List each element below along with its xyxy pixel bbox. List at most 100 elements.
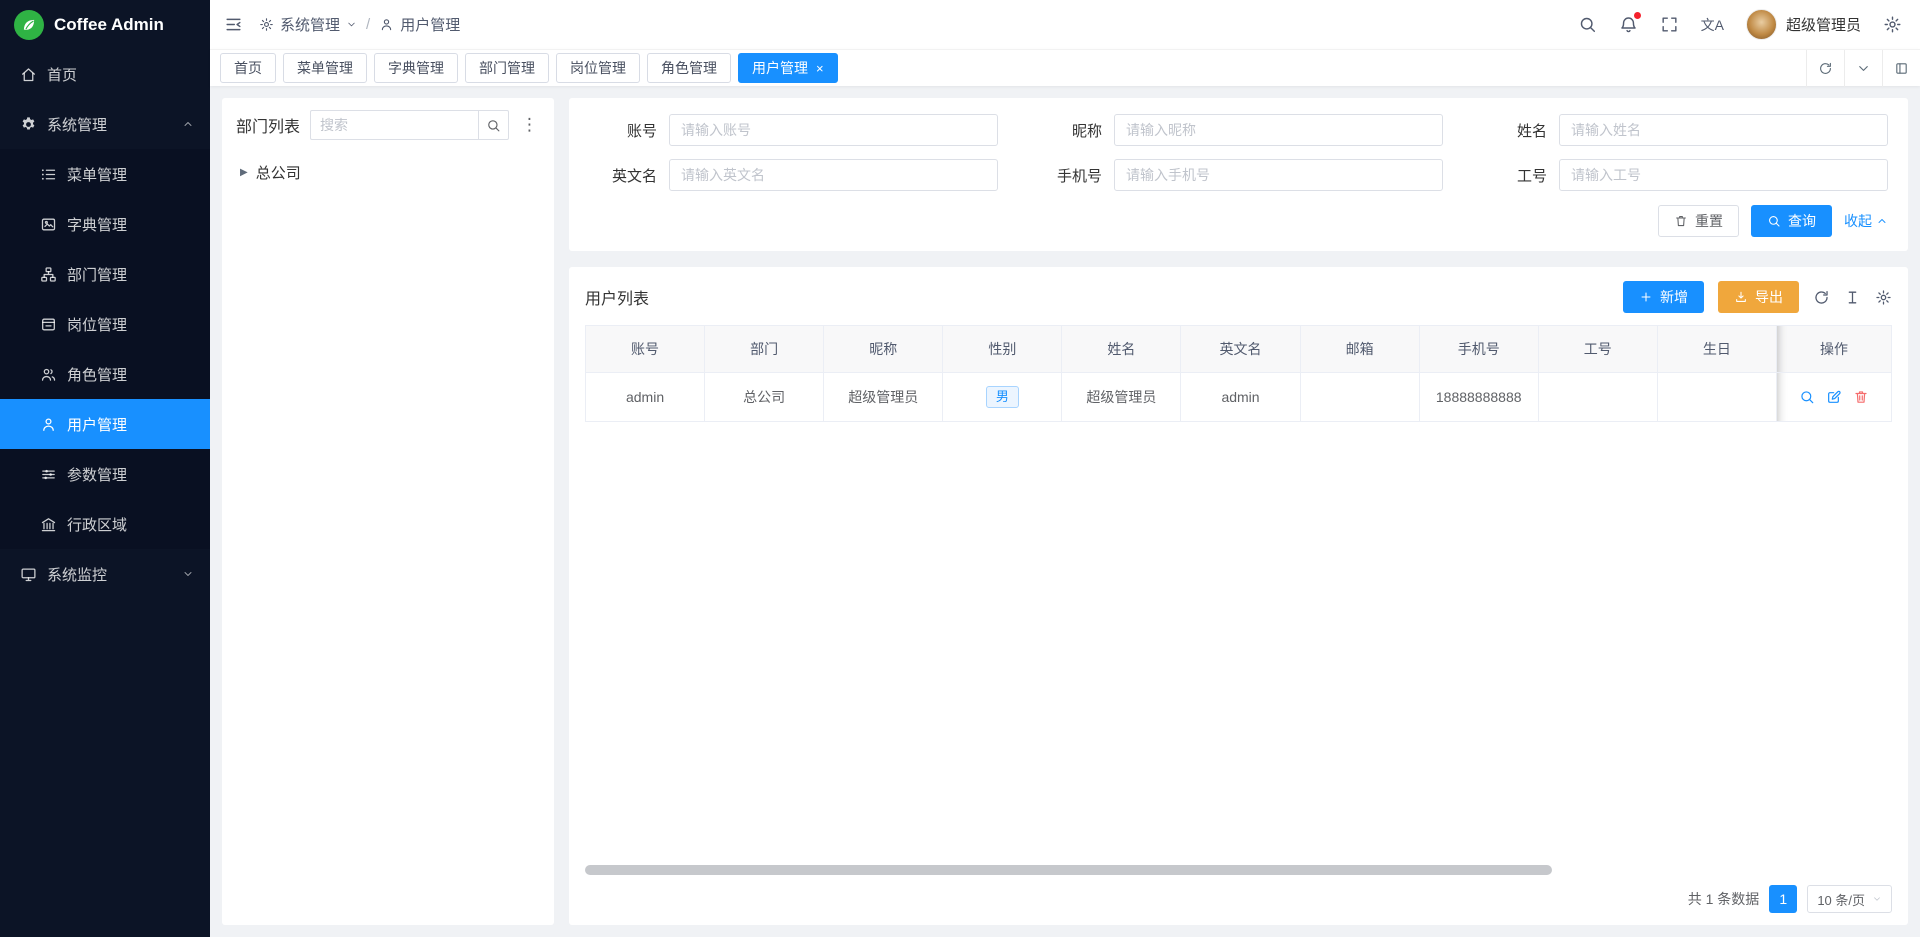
tabbar: 首页 菜单管理 字典管理 部门管理 岗位管理 角色管理 用户管理 × [210, 49, 1920, 86]
search-button[interactable] [478, 110, 509, 140]
sliders-icon [40, 466, 57, 483]
reset-button[interactable]: 重置 [1658, 205, 1739, 237]
query-button[interactable]: 查询 [1751, 205, 1832, 237]
breadcrumb-item-system[interactable]: 系统管理 [259, 14, 357, 35]
column-settings-icon[interactable] [1844, 289, 1861, 306]
filter-field-english-name: 英文名 [589, 159, 998, 191]
column-header-actions: 操作 [1777, 326, 1892, 373]
gear-icon[interactable] [1875, 289, 1892, 306]
topbar: 系统管理 / 用户管理 文A 超级管理员 [210, 0, 1920, 49]
column-header: 英文名 [1181, 326, 1300, 373]
export-button[interactable]: 导出 [1718, 281, 1799, 313]
fullscreen-icon[interactable] [1660, 15, 1679, 34]
sidebar-item-param-mgmt[interactable]: 参数管理 [0, 449, 210, 499]
account-input[interactable] [669, 114, 998, 146]
sidebar-item-post-mgmt[interactable]: 岗位管理 [0, 299, 210, 349]
sidebar-item-label: 行政区域 [67, 514, 127, 535]
cell-actions [1777, 373, 1892, 422]
job-no-input[interactable] [1559, 159, 1888, 191]
breadcrumb-label: 用户管理 [400, 14, 460, 35]
person-icon [379, 17, 394, 32]
column-header: 昵称 [824, 326, 943, 373]
translate-icon[interactable]: 文A [1701, 15, 1724, 35]
search-icon[interactable] [1578, 15, 1597, 34]
id-badge-icon [40, 316, 57, 333]
tab-home[interactable]: 首页 [220, 53, 276, 83]
username[interactable]: 超级管理员 [1786, 14, 1861, 35]
app-logo[interactable]: Coffee Admin [0, 0, 210, 49]
breadcrumb-item-current[interactable]: 用户管理 [379, 14, 460, 35]
sidebar-group-monitor[interactable]: 系统监控 [0, 549, 210, 599]
filter-form: 账号 昵称 姓名 英文名 [589, 114, 1888, 191]
more-options-icon[interactable]: ⋮ [519, 115, 540, 135]
horizontal-scrollbar [585, 865, 1892, 875]
close-icon[interactable]: × [816, 62, 824, 75]
pagination: 共 1 条数据 1 10 条/页 [585, 885, 1892, 913]
search-icon [486, 118, 501, 133]
tab-dict-mgmt[interactable]: 字典管理 [374, 53, 458, 83]
edit-icon[interactable] [1826, 389, 1842, 405]
monitor-icon [20, 566, 37, 583]
sidebar-item-user-mgmt[interactable]: 用户管理 [0, 399, 210, 449]
sidebar-group-system[interactable]: 系统管理 [0, 99, 210, 149]
sidebar-item-dict-mgmt[interactable]: 字典管理 [0, 199, 210, 249]
column-header: 生日 [1657, 326, 1776, 373]
column-header: 性别 [943, 326, 1062, 373]
sidebar-item-home[interactable]: 首页 [0, 49, 210, 99]
tab-menu-mgmt[interactable]: 菜单管理 [283, 53, 367, 83]
sidebar-item-region[interactable]: 行政区域 [0, 499, 210, 549]
tabs: 首页 菜单管理 字典管理 部门管理 岗位管理 角色管理 用户管理 × [220, 53, 1806, 83]
chevron-down-icon[interactable] [1844, 50, 1882, 87]
query-button-label: 查询 [1788, 211, 1816, 231]
tab-dept-mgmt[interactable]: 部门管理 [465, 53, 549, 83]
name-input[interactable] [1559, 114, 1888, 146]
department-search-input[interactable] [310, 110, 478, 140]
collapse-filter-link[interactable]: 收起 [1844, 211, 1888, 231]
field-label: 姓名 [1479, 120, 1559, 141]
settings-gear-icon[interactable] [1883, 15, 1902, 34]
tab-post-mgmt[interactable]: 岗位管理 [556, 53, 640, 83]
refresh-icon[interactable] [1806, 50, 1844, 87]
phone-input[interactable] [1114, 159, 1443, 191]
page-size-select[interactable]: 10 条/页 [1807, 885, 1892, 913]
tab-role-mgmt[interactable]: 角色管理 [647, 53, 731, 83]
sidebar-item-dept-mgmt[interactable]: 部门管理 [0, 249, 210, 299]
scrollbar-thumb[interactable] [585, 865, 1552, 875]
tab-user-mgmt[interactable]: 用户管理 × [738, 53, 838, 83]
tree-node-root[interactable]: ▶ 总公司 [236, 156, 540, 188]
sidebar-item-label: 系统管理 [47, 114, 107, 135]
gear-icon [20, 116, 37, 133]
department-panel-header: 部门列表 ⋮ [236, 110, 540, 140]
delete-icon[interactable] [1853, 389, 1869, 405]
english-name-input[interactable] [669, 159, 998, 191]
user-menu[interactable]: 超级管理员 [1746, 9, 1861, 40]
field-label: 英文名 [589, 165, 669, 186]
dictionary-icon [40, 216, 57, 233]
caret-right-icon[interactable]: ▶ [240, 167, 248, 178]
department-tree: ▶ 总公司 [236, 156, 540, 188]
sidebar-item-role-mgmt[interactable]: 角色管理 [0, 349, 210, 399]
view-icon[interactable] [1799, 389, 1815, 405]
nickname-input[interactable] [1114, 114, 1443, 146]
page-size-value: 10 条/页 [1817, 890, 1865, 909]
filter-panel: 账号 昵称 姓名 英文名 [569, 98, 1908, 251]
layout-icon[interactable] [1882, 50, 1920, 87]
page-number-button[interactable]: 1 [1769, 885, 1797, 913]
person-icon [40, 416, 57, 433]
cell-department: 总公司 [705, 373, 824, 422]
cell-email [1300, 373, 1419, 422]
column-header: 部门 [705, 326, 824, 373]
refresh-icon[interactable] [1813, 289, 1830, 306]
cell-account: admin [586, 373, 705, 422]
sidebar-item-label: 系统监控 [47, 564, 107, 585]
menu-fold-icon[interactable] [224, 15, 243, 34]
chevron-down-icon [1872, 894, 1882, 904]
avatar[interactable] [1746, 9, 1777, 40]
download-icon [1734, 290, 1748, 304]
chevron-down-icon [182, 568, 194, 580]
bell-icon[interactable] [1619, 15, 1638, 34]
table-toolbar: 用户列表 新增 导出 [585, 277, 1892, 317]
add-button[interactable]: 新增 [1623, 281, 1704, 313]
tab-label: 角色管理 [661, 58, 717, 78]
sidebar-item-menu-mgmt[interactable]: 菜单管理 [0, 149, 210, 199]
